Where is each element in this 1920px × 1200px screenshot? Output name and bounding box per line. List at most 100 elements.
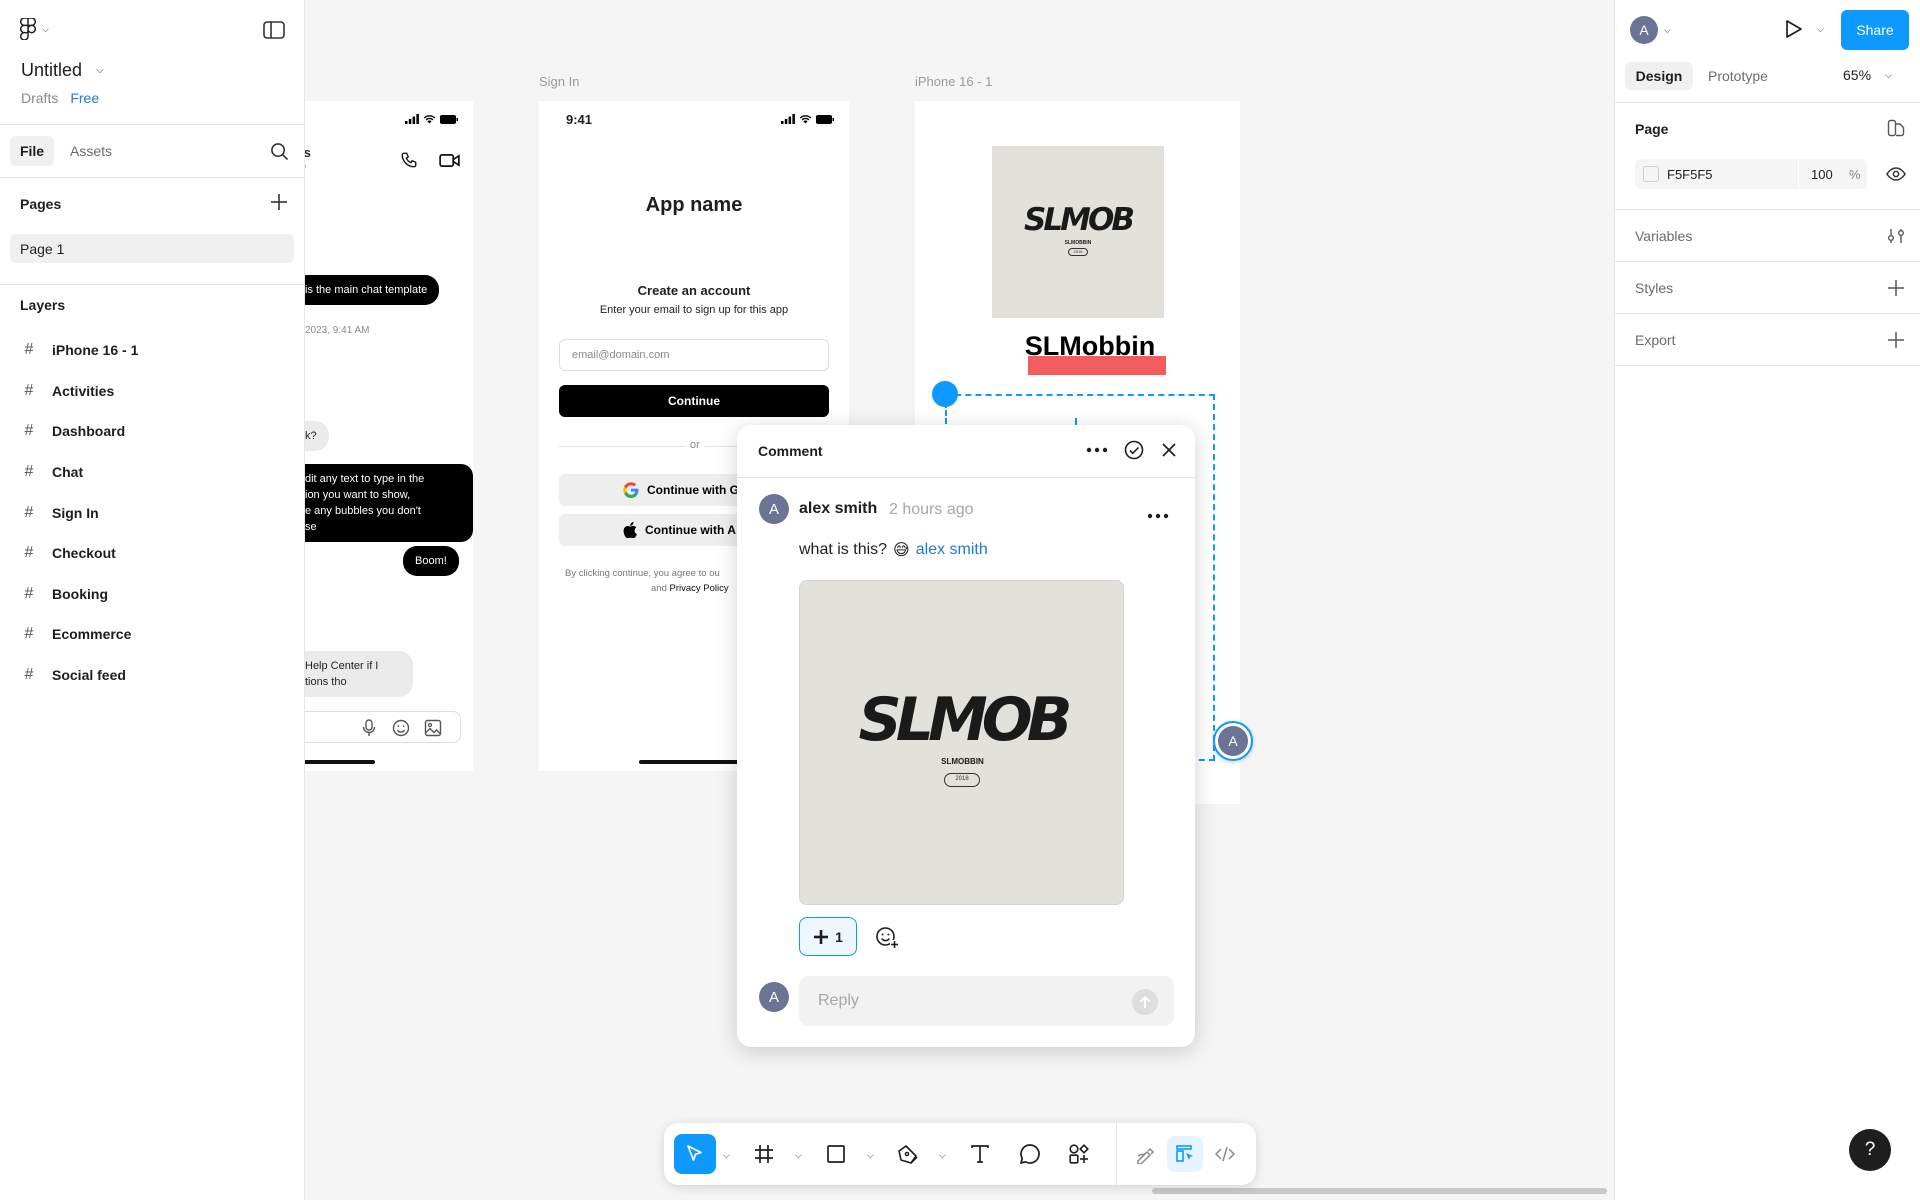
comment-anchor-handle[interactable] — [932, 381, 958, 407]
chat-bubble-sent: Boom! — [403, 546, 459, 576]
signal-icon — [781, 114, 795, 124]
export-section[interactable]: Export — [1615, 314, 1920, 366]
page-color-hex[interactable]: F5F5F5 — [1667, 167, 1713, 182]
design-mode-button[interactable] — [1167, 1136, 1203, 1172]
privacy-policy-link[interactable]: Privacy Policy — [670, 583, 729, 594]
microphone-icon[interactable] — [362, 719, 376, 737]
chevron-down-icon: ⌵ — [42, 23, 49, 34]
chat-input-bar[interactable] — [305, 711, 461, 743]
comment-panel[interactable]: Comment A alex smith 2 hours ago what is… — [737, 425, 1195, 1047]
dev-mode-button[interactable] — [1207, 1136, 1243, 1172]
emoji-icon[interactable] — [392, 719, 410, 737]
chat-bubble-sent: is the main chat template — [305, 275, 440, 305]
share-button[interactable]: Share — [1841, 10, 1909, 50]
page-color-field[interactable]: F5F5F5 100 % — [1635, 159, 1867, 189]
chevron-down-icon[interactable]: ⌵ — [867, 1150, 874, 1161]
logo-image[interactable]: SLMOB SLMOBBIN 2018 — [992, 146, 1164, 318]
signal-icon — [405, 114, 419, 124]
add-page-button[interactable] — [270, 193, 288, 211]
tab-assets[interactable]: Assets — [70, 143, 112, 159]
more-options-icon[interactable] — [1086, 447, 1108, 453]
layer-item[interactable]: # Activities — [22, 376, 115, 406]
add-export-icon[interactable] — [1887, 331, 1905, 349]
frame-icon: # — [24, 666, 34, 683]
search-icon[interactable] — [270, 142, 289, 161]
image-icon[interactable] — [424, 719, 442, 737]
send-reply-icon[interactable] — [1132, 989, 1158, 1015]
reaction-plus-one-button[interactable]: 1 — [799, 917, 857, 956]
main-menu-button[interactable]: ⌵ — [20, 18, 49, 40]
chevron-down-icon[interactable]: ⌵ — [723, 1150, 730, 1161]
chevron-down-icon[interactable]: ⌵ — [939, 1150, 946, 1161]
actions-tool-button[interactable] — [1061, 1136, 1097, 1172]
reaction-count: 1 — [835, 928, 843, 945]
layer-item[interactable]: # iPhone 16 - 1 — [22, 335, 139, 365]
comment-author-name[interactable]: alex smith — [799, 500, 877, 518]
close-icon[interactable] — [1162, 443, 1176, 457]
frame-label-sign-in[interactable]: Sign In — [539, 74, 579, 89]
reply-input[interactable]: Reply — [799, 976, 1174, 1026]
layer-item[interactable]: # Sign In — [22, 498, 99, 528]
present-button[interactable]: ⌵ — [1785, 19, 1824, 39]
chevron-down-icon[interactable]: ⌵ — [795, 1150, 802, 1161]
apple-icon — [623, 522, 637, 538]
zoom-dropdown[interactable]: 65% ⌵ — [1843, 67, 1892, 83]
color-swatch[interactable] — [1643, 166, 1659, 182]
add-style-icon[interactable] — [1887, 279, 1905, 297]
draw-mode-button[interactable] — [1127, 1136, 1163, 1172]
comment-author-avatar[interactable]: A — [759, 494, 789, 524]
comment-more-options-icon[interactable] — [1147, 513, 1169, 519]
text-tool-button[interactable] — [962, 1136, 998, 1172]
horizontal-scrollbar[interactable] — [1152, 1188, 1607, 1194]
plan-badge[interactable]: Free — [70, 90, 99, 106]
page-settings-icon[interactable] — [1887, 119, 1905, 137]
chevron-down-icon: ⌵ — [1885, 69, 1892, 80]
styles-section[interactable]: Styles — [1615, 262, 1920, 314]
continue-button[interactable]: Continue — [559, 385, 829, 417]
variables-section[interactable]: Variables — [1615, 210, 1920, 262]
page-opacity[interactable]: 100 — [1811, 167, 1833, 182]
tab-design[interactable]: Design — [1625, 62, 1693, 90]
tab-prototype[interactable]: Prototype — [1708, 68, 1768, 84]
comment-image-attachment[interactable]: SLMOB SLMOBBIN 2018 — [799, 580, 1124, 905]
variables-icon[interactable] — [1887, 227, 1905, 245]
frame-icon: # — [24, 382, 34, 399]
frame-icon: # — [24, 504, 34, 521]
page-section-heading: Page — [1635, 121, 1669, 137]
page-item-page-1[interactable]: Page 1 — [10, 234, 294, 263]
logo-year-badge: 2018 — [1068, 248, 1088, 256]
brand-name[interactable]: SLMobbin — [915, 331, 1265, 362]
rectangle-tool-button[interactable] — [818, 1136, 854, 1172]
add-reaction-icon[interactable] — [875, 925, 899, 949]
video-icon[interactable] — [439, 153, 460, 168]
layer-item[interactable]: # Ecommerce — [22, 619, 132, 649]
eye-icon[interactable] — [1886, 167, 1906, 181]
sidebar-toggle-icon[interactable] — [263, 21, 285, 39]
user-menu-button[interactable]: A ⌵ — [1630, 16, 1671, 44]
components-icon — [1069, 1144, 1089, 1164]
layer-item[interactable]: # Chat — [22, 457, 84, 487]
cursor-icon — [687, 1145, 702, 1161]
chevron-down-icon: ⌵ — [1664, 24, 1671, 35]
mention-link[interactable]: alex smith — [916, 541, 988, 559]
styles-heading: Styles — [1635, 280, 1674, 296]
file-title-button[interactable]: Untitled ⌵ — [21, 60, 104, 81]
comment-body: what is this? 😅 alex smith — [799, 540, 988, 560]
frame-label-iphone-16-1[interactable]: iPhone 16 - 1 — [915, 74, 992, 89]
tab-file[interactable]: File — [10, 136, 54, 166]
layer-item[interactable]: # Social feed — [22, 660, 126, 690]
pen-tool-button[interactable] — [890, 1136, 926, 1172]
comment-pin[interactable]: A — [1213, 721, 1253, 761]
layer-item[interactable]: # Booking — [22, 579, 108, 609]
drafts-link[interactable]: Drafts — [21, 90, 58, 106]
phone-icon[interactable] — [400, 151, 418, 169]
chat-frame[interactable]: ls p is the main chat template 2023, 9:4… — [305, 101, 473, 771]
email-field[interactable]: email@domain.com — [559, 339, 829, 371]
layer-item[interactable]: # Dashboard — [22, 416, 126, 446]
comment-tool-button[interactable] — [1012, 1136, 1048, 1172]
layer-item[interactable]: # Checkout — [22, 538, 116, 568]
resolve-comment-icon[interactable] — [1124, 440, 1144, 460]
frame-tool-button[interactable] — [746, 1136, 782, 1172]
move-tool-button[interactable] — [674, 1134, 716, 1174]
help-button[interactable]: ? — [1849, 1129, 1891, 1171]
